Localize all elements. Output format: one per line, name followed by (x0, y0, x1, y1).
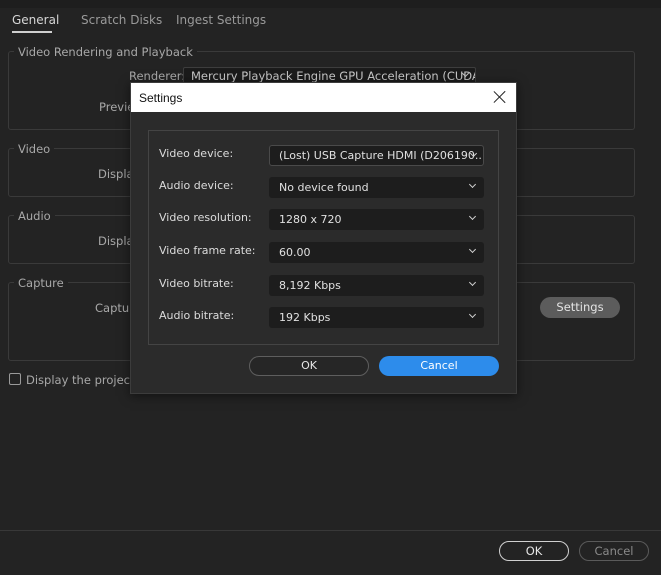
tab-ingest-settings[interactable]: Ingest Settings (176, 13, 266, 27)
video-frame-rate-value: 60.00 (279, 246, 311, 259)
video-group-label: Video (14, 142, 55, 156)
tab-scratch-disks[interactable]: Scratch Disks (81, 13, 162, 27)
chevron-down-icon (468, 245, 477, 254)
audio-bitrate-value: 192 Kbps (279, 311, 331, 324)
chevron-down-icon (468, 310, 477, 319)
video-bitrate-select[interactable]: 8,192 Kbps (269, 275, 484, 296)
video-resolution-value: 1280 x 720 (279, 213, 342, 226)
capture-settings-button[interactable]: Settings (540, 297, 620, 318)
audio-device-label: Audio device: (159, 179, 234, 192)
dialog-cancel-button[interactable]: Cancel (379, 356, 499, 376)
cancel-button[interactable]: Cancel (579, 541, 649, 561)
video-bitrate-value: 8,192 Kbps (279, 279, 341, 292)
audio-device-value: No device found (279, 181, 369, 194)
audio-bitrate-label: Audio bitrate: (159, 309, 235, 322)
footer-divider (0, 530, 661, 531)
chevron-down-icon (468, 212, 477, 221)
ok-button[interactable]: OK (499, 541, 569, 561)
video-display-label: Displa (98, 167, 134, 181)
tab-general[interactable]: General (12, 13, 59, 27)
video-resolution-label: Video resolution: (159, 211, 252, 224)
capture-group-label: Capture (14, 276, 68, 290)
capture-settings-dialog: Settings Video device: (Lost) USB Captur… (130, 82, 517, 394)
dialog-title: Settings (139, 91, 183, 105)
renderer-value: Mercury Playback Engine GPU Acceleration… (191, 69, 476, 83)
video-device-value: (Lost) USB Capture HDMI (D206190... (279, 149, 484, 162)
renderer-label: Renderer: (129, 69, 186, 83)
display-project-checkbox[interactable] (9, 373, 21, 385)
video-resolution-select[interactable]: 1280 x 720 (269, 209, 484, 230)
video-device-label: Video device: (159, 147, 234, 160)
dialog-ok-button[interactable]: OK (249, 356, 369, 376)
close-icon[interactable] (493, 90, 507, 104)
audio-device-select[interactable]: No device found (269, 177, 484, 198)
chevron-down-icon (468, 180, 477, 189)
audio-group-label: Audio (14, 209, 55, 223)
dialog-titlebar: Settings (131, 83, 516, 112)
video-frame-rate-label: Video frame rate: (159, 244, 256, 257)
chevron-down-icon (468, 278, 477, 287)
audio-bitrate-select[interactable]: 192 Kbps (269, 307, 484, 328)
display-project-checkbox-label: Display the project it (26, 373, 146, 387)
audio-display-label: Displa (98, 234, 134, 248)
capture-format-label: Captur (95, 301, 134, 315)
video-frame-rate-select[interactable]: 60.00 (269, 242, 484, 263)
video-rendering-group-label: Video Rendering and Playback (14, 45, 197, 59)
window-top-strip (0, 0, 661, 8)
video-bitrate-label: Video bitrate: (159, 277, 234, 290)
video-device-select[interactable]: (Lost) USB Capture HDMI (D206190... (269, 145, 484, 166)
active-tab-indicator (12, 31, 52, 33)
